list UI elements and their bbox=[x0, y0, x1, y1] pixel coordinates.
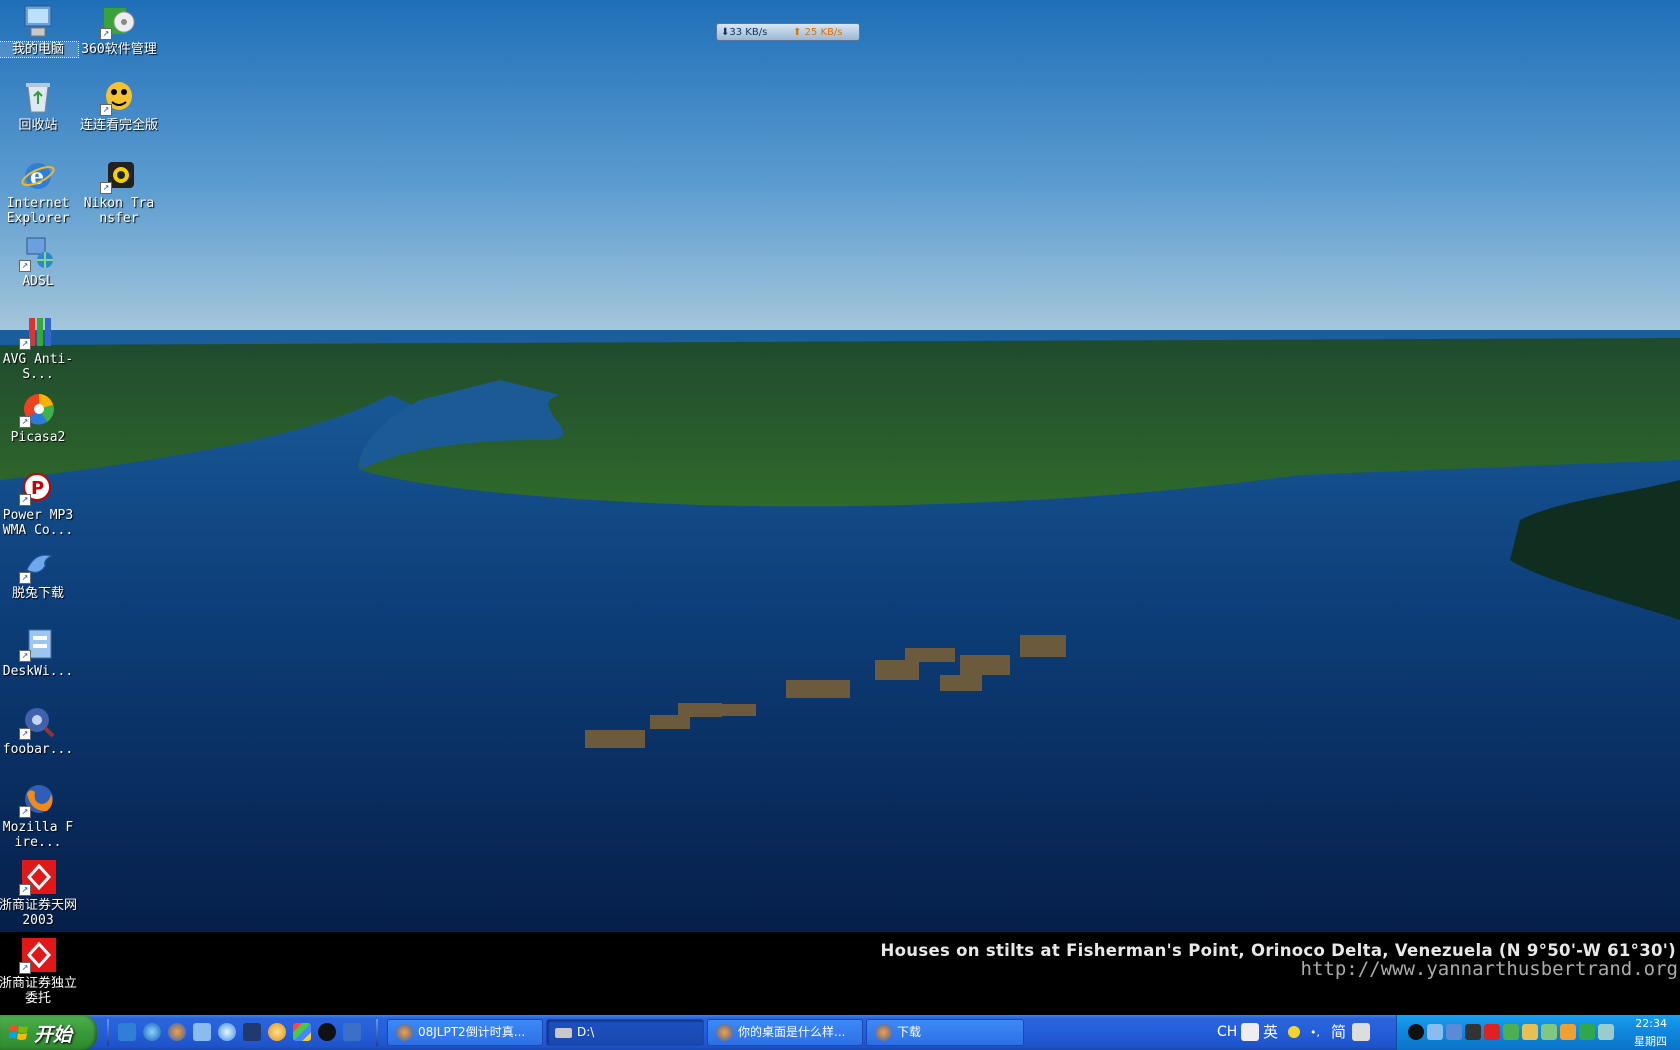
desktop-icon-tuotu-download[interactable]: ↗ 脱兔下载 bbox=[0, 546, 78, 601]
desktop-icon-internet-explorer[interactable]: e Internet Explorer bbox=[0, 156, 78, 226]
ql-smiley-icon[interactable] bbox=[268, 1023, 286, 1041]
drive-icon bbox=[555, 1028, 572, 1038]
moon-icon[interactable] bbox=[1288, 1026, 1300, 1038]
ql-media-icon[interactable] bbox=[243, 1023, 261, 1041]
keyboard-icon[interactable] bbox=[1241, 1023, 1259, 1041]
desktop-icon-mozilla-firefox[interactable]: ↗ Mozilla Fire... bbox=[0, 780, 78, 850]
desktop-icon-zheshang-duli-weituo[interactable]: ↗ 浙商证券独立委托 bbox=[0, 936, 78, 1006]
stock-trading-icon: ↗ bbox=[19, 858, 57, 896]
internet-explorer-icon: e bbox=[19, 156, 57, 194]
avg-icon: ↗ bbox=[19, 312, 57, 350]
desktop-icon-foobar[interactable]: ↗ foobar... bbox=[0, 702, 78, 757]
upload-speed: ⬆ 25 KB/s bbox=[793, 27, 843, 38]
task-button-jlpt[interactable]: 08JLPT2倒计时真... bbox=[387, 1019, 543, 1046]
clock-day[interactable]: 星期四 bbox=[1634, 1033, 1667, 1049]
download-manager-icon: ↗ bbox=[19, 546, 57, 584]
qq-tray-icon[interactable] bbox=[1408, 1024, 1424, 1040]
clock-time[interactable]: 22:34 bbox=[1635, 1017, 1667, 1030]
start-button[interactable]: 开始 bbox=[0, 1015, 97, 1050]
download-tray-icon[interactable] bbox=[1427, 1024, 1443, 1040]
network-icon: ↗ bbox=[19, 234, 57, 272]
foobar-icon: ↗ bbox=[19, 702, 57, 740]
security-tray-icon[interactable] bbox=[1503, 1024, 1519, 1040]
desktop-icon-adsl[interactable]: ↗ ADSL bbox=[0, 234, 78, 289]
desktop-icon-360-software-manager[interactable]: ↗ 360软件管理 bbox=[79, 2, 159, 57]
svg-text:P: P bbox=[31, 478, 44, 499]
desktop-icon-nikon-transfer[interactable]: ↗ Nikon Transfer bbox=[79, 156, 159, 226]
task-button-downloads[interactable]: 下载 bbox=[866, 1019, 1024, 1046]
taskbar: 开始 08JLPT2倒计时真... D:\ 你的桌面是什么样... 下载 CH … bbox=[0, 1015, 1680, 1050]
ql-messenger-icon[interactable] bbox=[218, 1023, 236, 1041]
app-tray-icon[interactable] bbox=[1465, 1024, 1481, 1040]
input-mode-english[interactable]: 英 bbox=[1263, 1016, 1278, 1049]
shield-tray-icon[interactable] bbox=[1579, 1024, 1595, 1040]
monitor-tray-icon[interactable] bbox=[1541, 1024, 1557, 1040]
ql-picasa-icon[interactable] bbox=[293, 1023, 311, 1041]
stock-trading-icon: ↗ bbox=[19, 936, 57, 974]
desktop-icon-zheshang-tianwang[interactable]: ↗ 浙商证券天网 2003 bbox=[0, 858, 78, 928]
network-tray-icon[interactable] bbox=[1446, 1024, 1462, 1040]
ql-download-manager-icon[interactable] bbox=[193, 1023, 211, 1041]
desktop-icon-recycle-bin[interactable]: 回收站 bbox=[0, 78, 78, 133]
punctuation-indicator[interactable]: •, bbox=[1310, 1016, 1320, 1049]
firefox-icon bbox=[716, 1024, 733, 1041]
volume-tray-icon[interactable] bbox=[1522, 1024, 1538, 1040]
ql-firefox-icon[interactable] bbox=[168, 1023, 186, 1041]
network-speed-monitor[interactable]: ⬇33 KB/s ⬆ 25 KB/s bbox=[716, 23, 860, 41]
desktop-icon-power-mp3-wma-converter[interactable]: P ↗ Power MP3 WMA Co... bbox=[0, 468, 78, 538]
desktop-icon-my-computer[interactable]: 我的电脑 bbox=[0, 2, 79, 58]
task-button-desktop-thread[interactable]: 你的桌面是什么样... bbox=[707, 1019, 863, 1046]
update-tray-icon[interactable] bbox=[1598, 1024, 1614, 1040]
language-code[interactable]: CH bbox=[1217, 1016, 1237, 1049]
recycle-bin-icon bbox=[19, 78, 57, 116]
firefox-icon: ↗ bbox=[19, 780, 57, 818]
input-mode-simplified[interactable]: 简 bbox=[1331, 1016, 1346, 1049]
firefox-icon bbox=[875, 1024, 892, 1041]
desktop-icon-avg-anti-spyware[interactable]: ↗ AVG Anti-S... bbox=[0, 312, 78, 382]
task-button-drive-d[interactable]: D:\ bbox=[546, 1019, 704, 1046]
soft-keyboard-icon[interactable] bbox=[1352, 1023, 1370, 1041]
nikon-transfer-icon: ↗ bbox=[100, 156, 138, 194]
my-computer-icon bbox=[19, 2, 57, 40]
deskwidget-icon: ↗ bbox=[19, 624, 57, 662]
folder-tray-icon[interactable] bbox=[1560, 1024, 1576, 1040]
desktop-wallpaper bbox=[0, 0, 1680, 1015]
quicklaunch-separator bbox=[107, 1019, 109, 1046]
ql-qq-icon[interactable] bbox=[318, 1023, 336, 1041]
download-speed: ⬇33 KB/s bbox=[721, 27, 768, 38]
audio-converter-icon: P ↗ bbox=[19, 468, 57, 506]
ql-internet-explorer-icon[interactable] bbox=[118, 1023, 136, 1041]
game-icon: ↗ bbox=[100, 78, 138, 116]
antivirus-tray-icon[interactable] bbox=[1484, 1024, 1500, 1040]
windows-logo-icon bbox=[9, 1025, 28, 1040]
desktop-icon-deskwidget[interactable]: ↗ DeskWi... bbox=[0, 624, 78, 679]
tasks-separator bbox=[376, 1019, 378, 1046]
software-manager-icon: ↗ bbox=[100, 2, 138, 40]
firefox-icon bbox=[396, 1024, 413, 1041]
desktop-icon-lianliankan[interactable]: ↗ 连连看完全版 bbox=[79, 78, 159, 133]
picasa-icon: ↗ bbox=[19, 390, 57, 428]
system-tray: 22:34 星期四 bbox=[1396, 1015, 1680, 1050]
wallpaper-caption-url: http://www.yannarthusbertrand.org bbox=[1300, 958, 1679, 980]
desktop-icon-picasa2[interactable]: ↗ Picasa2 bbox=[0, 390, 78, 445]
ql-globe-icon[interactable] bbox=[143, 1023, 161, 1041]
ql-ie-alt-icon[interactable] bbox=[343, 1023, 361, 1041]
